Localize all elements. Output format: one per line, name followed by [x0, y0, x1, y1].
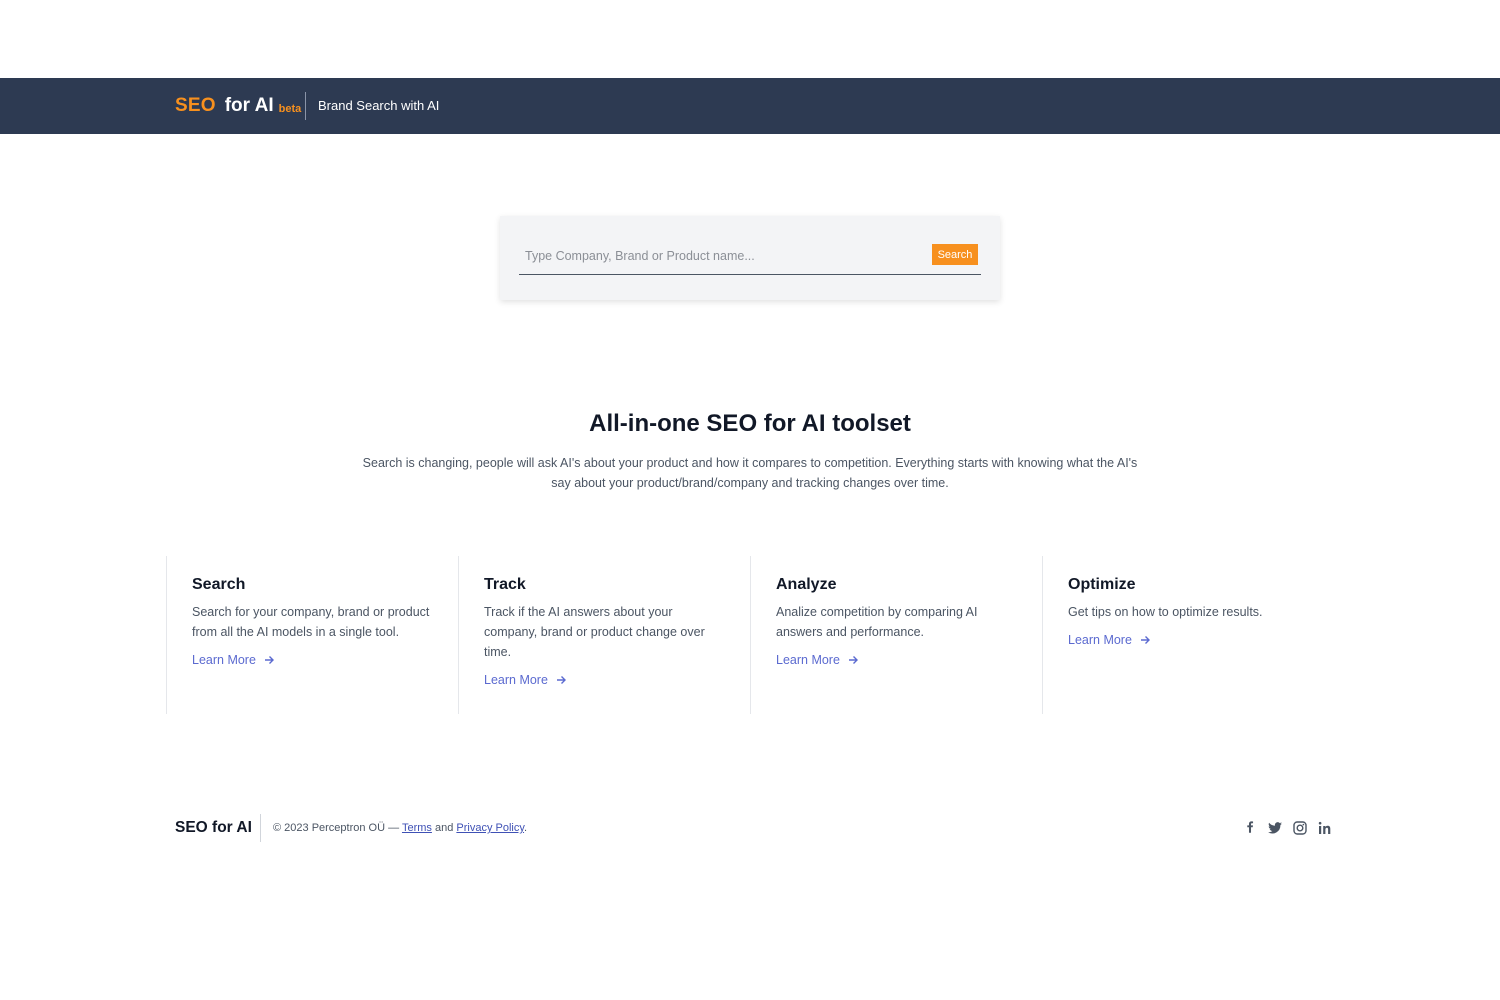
feature-description: Analize competition by comparing AI answ… — [776, 605, 978, 639]
header-divider — [305, 92, 306, 120]
arrow-right-icon — [556, 676, 566, 684]
social-links — [1242, 819, 1333, 837]
facebook-icon[interactable] — [1242, 820, 1258, 836]
feature-track: Track Track if the AI answers about your… — [458, 556, 750, 714]
footer-copyright: © 2023 Perceptron OÜ — Terms and Privacy… — [273, 815, 527, 841]
footer-divider — [260, 814, 261, 842]
learn-more-label: Learn More — [192, 653, 256, 667]
instagram-icon[interactable] — [1292, 820, 1308, 836]
copyright-text: © 2023 Perceptron OÜ — — [273, 822, 402, 834]
arrow-right-icon — [848, 656, 858, 664]
feature-title: Search — [192, 576, 246, 593]
search-card: Search — [500, 216, 1000, 300]
twitter-icon[interactable] — [1267, 820, 1283, 836]
brand-logo[interactable]: SEO for AI beta — [175, 78, 301, 134]
feature-optimize: Optimize Get tips on how to optimize res… — [1042, 556, 1334, 714]
feature-description: Track if the AI answers about your compa… — [484, 605, 705, 659]
search-button[interactable]: Search — [932, 244, 978, 265]
feature-title: Optimize — [1068, 576, 1136, 593]
learn-more-label: Learn More — [1068, 633, 1132, 647]
arrow-right-icon — [264, 656, 274, 664]
feature-title: Analyze — [776, 576, 837, 593]
footer-brand: SEO for AI — [175, 819, 252, 836]
beta-badge: beta — [278, 103, 302, 115]
learn-more-link-analyze[interactable]: Learn More — [776, 653, 859, 667]
header-tagline: Brand Search with AI — [318, 98, 440, 113]
learn-more-link-track[interactable]: Learn More — [484, 673, 567, 687]
search-field: Search — [519, 240, 981, 275]
top-navbar: SEO for AI beta Brand Search with AI — [0, 78, 1500, 134]
brand-forai-text: for AI — [224, 95, 274, 116]
feature-title: Track — [484, 576, 526, 593]
learn-more-label: Learn More — [776, 653, 840, 667]
arrow-right-icon — [1140, 636, 1150, 644]
terms-link[interactable]: Terms — [402, 822, 432, 834]
brand-seo-text: SEO — [175, 95, 216, 116]
and-text: and — [431, 822, 457, 834]
feature-description: Search for your company, brand or produc… — [192, 605, 430, 639]
privacy-policy-link[interactable]: Privacy Policy — [456, 822, 524, 834]
hero-description: Search is changing, people will ask AI's… — [362, 456, 1138, 490]
feature-description: Get tips on how to optimize results. — [1068, 605, 1263, 619]
learn-more-link-optimize[interactable]: Learn More — [1068, 633, 1151, 647]
period-text: . — [524, 822, 528, 834]
features-section: Search Search for your company, brand or… — [166, 556, 1334, 714]
feature-search: Search Search for your company, brand or… — [166, 556, 458, 714]
linkedin-icon[interactable] — [1317, 820, 1333, 836]
page: SEO for AI beta Brand Search with AI Sea… — [0, 0, 1500, 1000]
learn-more-link-search[interactable]: Learn More — [192, 653, 275, 667]
learn-more-label: Learn More — [484, 673, 548, 687]
feature-analyze: Analyze Analize competition by comparing… — [750, 556, 1042, 714]
search-input[interactable] — [519, 240, 919, 272]
hero-title: All-in-one SEO for AI toolset — [589, 410, 911, 437]
